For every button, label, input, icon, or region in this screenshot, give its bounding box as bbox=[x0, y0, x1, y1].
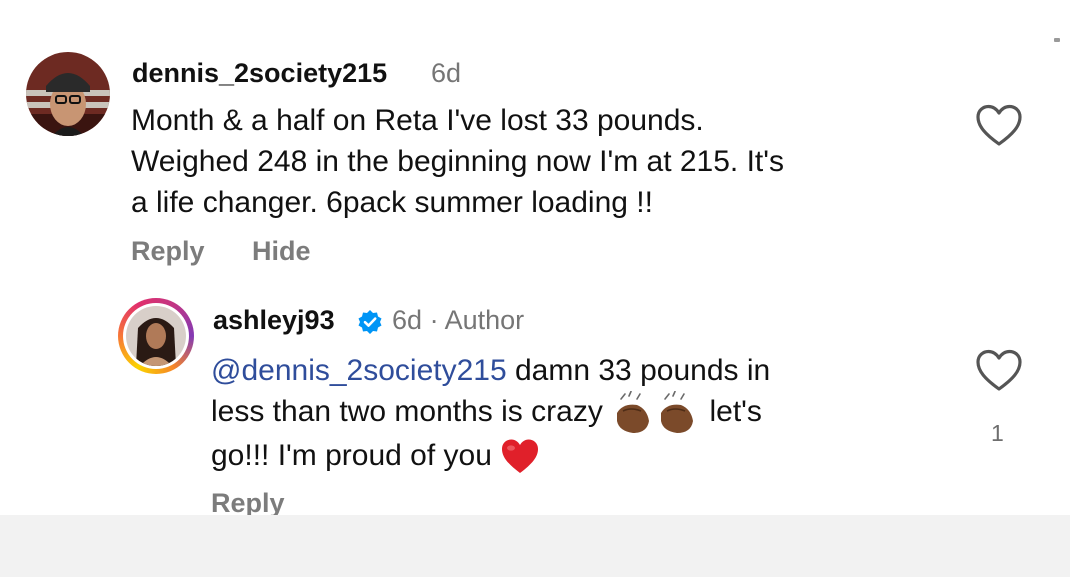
clapping-hands-emoji-icon bbox=[617, 391, 694, 434]
story-avatar[interactable] bbox=[118, 298, 194, 374]
comments-panel: dennis_2society215 6d Month & a half on … bbox=[0, 0, 1070, 515]
comment-meta: 6d · Author bbox=[392, 305, 524, 336]
avatar-photo bbox=[26, 52, 110, 136]
scroll-indicator[interactable] bbox=[1054, 38, 1060, 42]
reply-button[interactable]: Reply bbox=[211, 488, 285, 515]
comment-text: let's bbox=[701, 395, 762, 428]
avatar-ring-gap bbox=[123, 303, 189, 369]
avatar[interactable] bbox=[26, 52, 110, 136]
comment-line: Month & a half on Reta I've lost 33 poun… bbox=[131, 104, 704, 137]
comment-line: less than two months is crazy let's bbox=[211, 391, 931, 435]
comment-line: go!!! I'm proud of you bbox=[211, 435, 931, 476]
comment-username[interactable]: dennis_2society215 bbox=[132, 58, 387, 89]
comment-username[interactable]: ashleyj93 bbox=[213, 305, 335, 336]
red-heart-emoji-icon bbox=[502, 439, 539, 474]
author-label: Author bbox=[444, 305, 525, 335]
avatar bbox=[126, 306, 186, 366]
meta-separator: · bbox=[429, 305, 439, 335]
comment-timestamp: 6d bbox=[392, 305, 423, 335]
comment-line: @dennis_2society215 damn 33 pounds in bbox=[211, 350, 931, 391]
comment-line: Weighed 248 in the beginning now I'm at … bbox=[131, 145, 784, 178]
reply-body: @dennis_2society215 damn 33 pounds in le… bbox=[211, 350, 931, 476]
avatar-photo bbox=[126, 306, 186, 366]
verified-badge-icon bbox=[358, 310, 382, 334]
comment-line: a life changer. 6pack summer loading !! bbox=[131, 186, 653, 219]
like-count: 1 bbox=[991, 420, 1004, 446]
heart-outline-icon[interactable] bbox=[975, 104, 1023, 148]
hide-button[interactable]: Hide bbox=[252, 236, 311, 267]
comment-text: less than two months is crazy bbox=[211, 395, 612, 428]
heart-outline-icon[interactable] bbox=[975, 349, 1023, 393]
mention-link[interactable]: @dennis_2society215 bbox=[211, 354, 507, 387]
comment-body: Month & a half on Reta I've lost 33 poun… bbox=[131, 100, 961, 223]
comment-timestamp: 6d bbox=[431, 58, 462, 88]
reply-button[interactable]: Reply bbox=[131, 236, 205, 267]
comment-text: damn 33 pounds in bbox=[506, 354, 771, 387]
comment-text: go!!! I'm proud of you bbox=[211, 439, 501, 473]
